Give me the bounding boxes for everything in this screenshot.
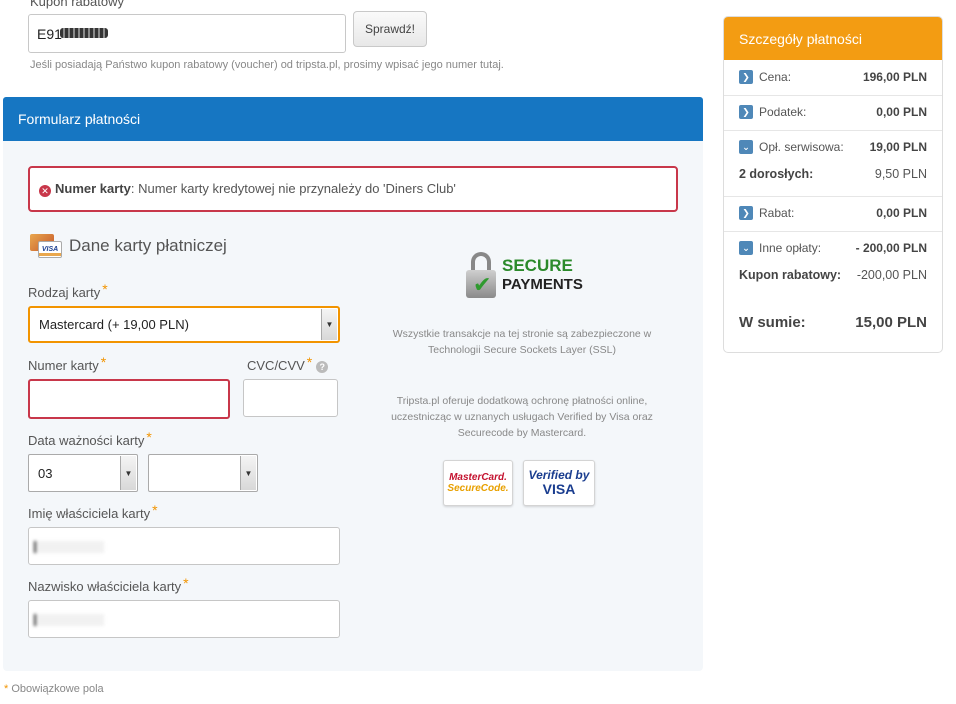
secure-line-2: PAYMENTS: [502, 276, 583, 293]
chevron-down-icon[interactable]: ▼: [321, 309, 337, 340]
error-message: ✕ Numer karty: Numer karty kredytowej nie…: [28, 166, 678, 212]
chevron-down-icon[interactable]: ⌄: [739, 140, 753, 154]
required-fields-note: * Obowiązkowe pola: [4, 683, 104, 695]
redacted-surname: [34, 614, 104, 626]
coupon-hint: Jeśli posiadają Państwo kupon rabatowy (…: [30, 59, 504, 71]
summary-total: W sumie: 15,00 PLN: [739, 314, 927, 331]
cvc-input[interactable]: [243, 379, 338, 417]
payment-summary: Szczegóły płatności ❯ Cena: 196,00 PLN ❯…: [723, 16, 943, 353]
card-type-select[interactable]: Mastercard (+ 19,00 PLN) ▼: [28, 306, 340, 343]
card-number-input[interactable]: [28, 379, 230, 419]
first-name-input[interactable]: [28, 527, 340, 565]
chevron-down-icon[interactable]: ⌄: [739, 241, 753, 255]
summary-header: Szczegóły płatności: [724, 17, 942, 60]
expiry-label: Data ważności karty *: [28, 429, 152, 448]
redacted-name: [34, 541, 104, 553]
expiry-month-value: 03: [38, 465, 53, 481]
chevron-right-icon[interactable]: ❯: [739, 206, 753, 220]
secure-payments-logo: ✔ SECURE PAYMENTS: [466, 252, 583, 298]
secure-line-1: SECURE: [502, 256, 573, 275]
expiry-month-select[interactable]: 03 ▼: [28, 454, 138, 492]
ssl-description: Wszystkie transakcje na tej stronie są z…: [392, 328, 652, 356]
card-number-label: Numer karty *: [28, 354, 107, 373]
expiry-year-select[interactable]: ▼: [148, 454, 258, 492]
card-type-label: Rodzaj karty *: [28, 281, 108, 300]
credit-card-icon: VISA: [28, 232, 64, 260]
visa-mini-label: VISA: [41, 246, 59, 253]
first-name-label: Imię właściciela karty *: [28, 502, 158, 521]
error-icon: ✕: [39, 185, 51, 197]
coupon-label: Kupon rabatowy: [30, 0, 124, 9]
last-name-input[interactable]: [28, 600, 340, 638]
card-section-heading: VISA Dane karty płatniczej: [28, 231, 227, 261]
mastercard-securecode-badge: MasterCard. SecureCode.: [443, 460, 513, 506]
total-label: W sumie:: [739, 314, 806, 331]
chevron-down-icon[interactable]: ▼: [120, 456, 136, 490]
chevron-down-icon[interactable]: ▼: [240, 456, 256, 490]
total-value: 15,00 PLN: [855, 314, 927, 331]
summary-sub-coupon: Kupon rabatowy: -200,00 PLN: [739, 268, 927, 282]
padlock-icon: ✔: [466, 252, 496, 298]
chevron-right-icon[interactable]: ❯: [739, 105, 753, 119]
check-coupon-button[interactable]: Sprawdź!: [353, 11, 427, 47]
payment-form-header: Formularz płatności: [3, 97, 703, 141]
cvc-label: CVC/CVV *?: [247, 354, 329, 373]
verified-by-visa-badge: Verified by VISA: [523, 460, 595, 506]
card-section-title: Dane karty płatniczej: [69, 236, 227, 255]
verification-description: Tripsta.pl oferuje dodatkową ochronę pła…: [391, 395, 653, 439]
chevron-right-icon[interactable]: ❯: [739, 70, 753, 84]
coupon-redaction: [60, 28, 108, 38]
last-name-label: Nazwisko właściciela karty *: [28, 575, 189, 594]
card-type-value: Mastercard (+ 19,00 PLN): [39, 317, 189, 332]
summary-sub-adults: 2 dorosłych: 9,50 PLN: [739, 167, 927, 181]
error-field-name: Numer karty: [55, 181, 131, 196]
error-text: : Numer karty kredytowej nie przynależy …: [130, 181, 456, 196]
help-icon[interactable]: ?: [316, 361, 329, 373]
